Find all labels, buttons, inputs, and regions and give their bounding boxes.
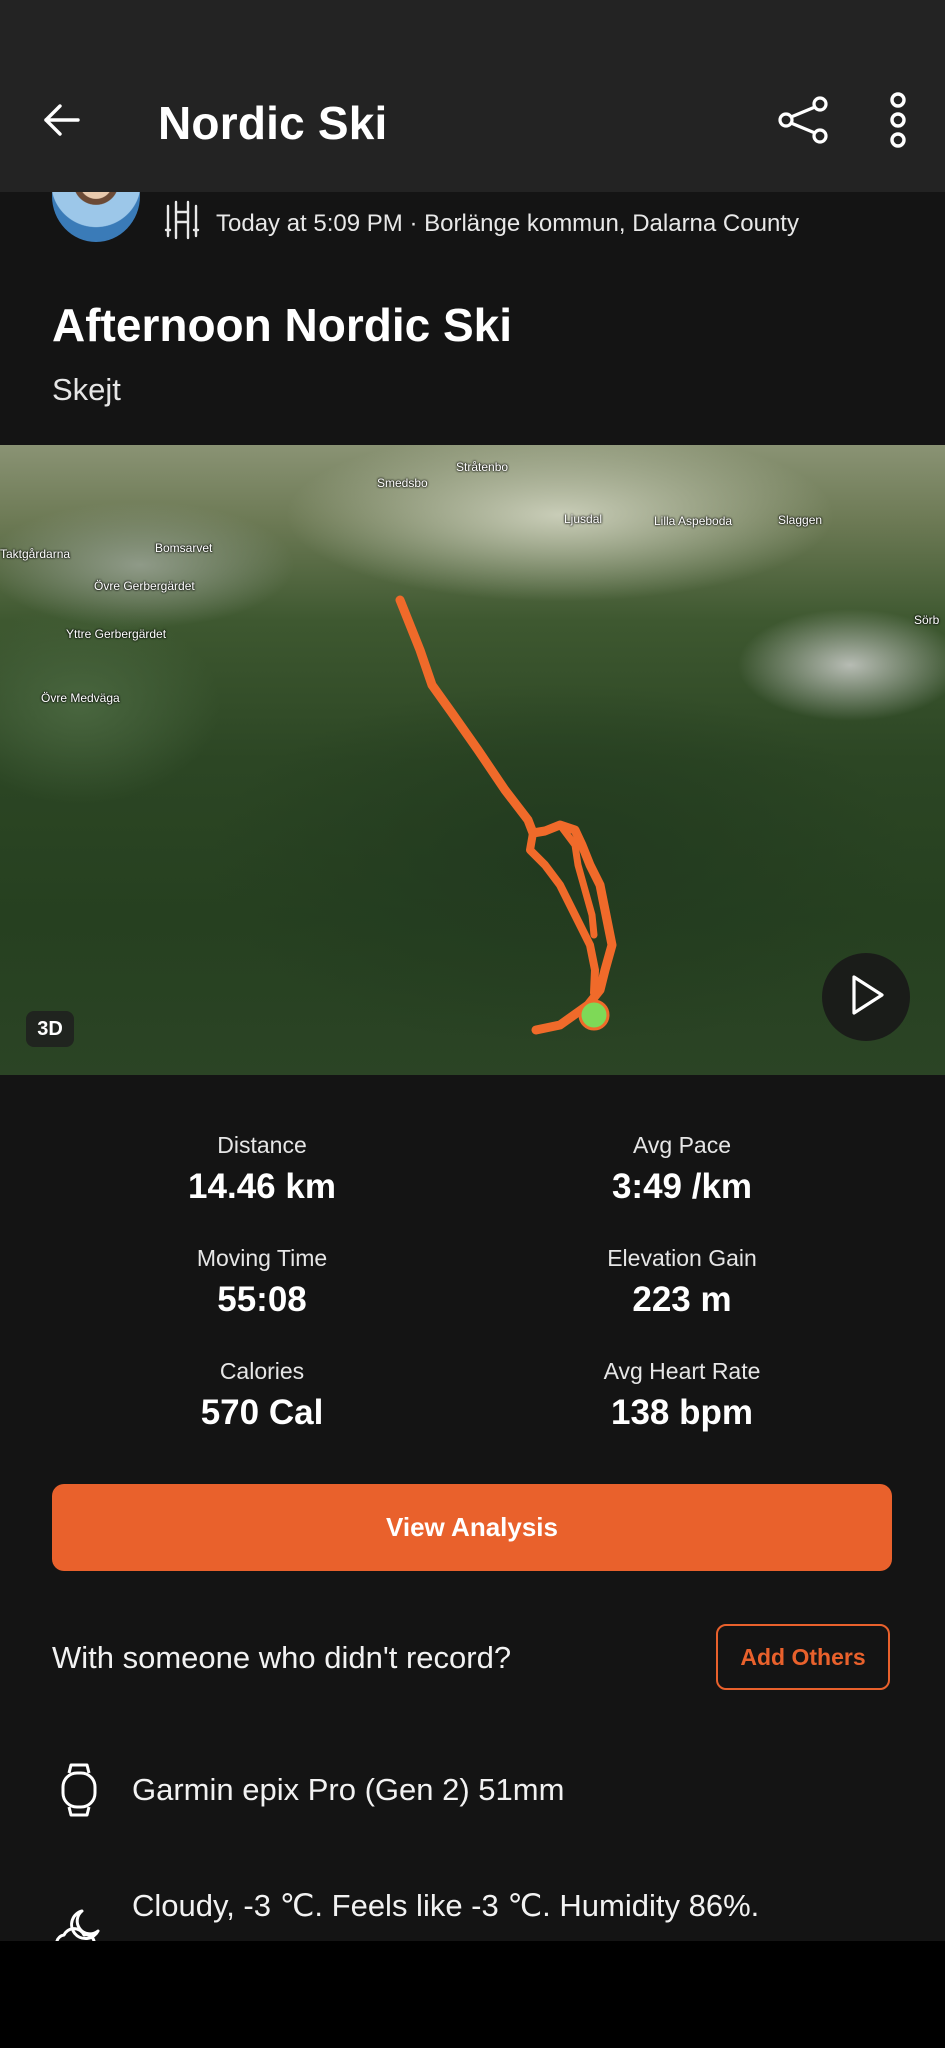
stat-label: Distance [217,1132,307,1158]
cloud-moon-icon [52,1905,106,1941]
stat-value: 14.46 km [188,1167,336,1206]
stat-elevation-gain: Elevation Gain 223 m [472,1245,892,1320]
stat-label: Avg Heart Rate [603,1358,761,1384]
stat-value: 55:08 [217,1280,307,1319]
play-icon [846,973,886,1022]
route-overlay [395,595,617,1035]
device-name: Garmin epix Pro (Gen 2) 51mm [132,1772,565,1807]
stat-distance: Distance 14.46 km [52,1132,472,1207]
device-row: Garmin epix Pro (Gen 2) 51mm [52,1760,892,1820]
more-vertical-icon [888,91,908,153]
system-navigation-bar [0,1941,945,2048]
activity-time-location: Today at 5:09 PM · Borlänge kommun, Dala… [216,209,799,237]
play-flyover-button[interactable] [822,953,910,1041]
activity-title: Afternoon Nordic Ski [52,299,513,351]
activity-subtitle: Skejt [52,372,121,407]
stat-avg-heart-rate: Avg Heart Rate 138 bpm [472,1358,892,1433]
stat-label: Calories [219,1358,305,1384]
stat-value: 3:49 /km [611,1167,753,1206]
3d-toggle-button[interactable]: 3D [26,1011,74,1047]
weather-summary: Cloudy, -3 ℃. Feels like -3 ℃. Humidity … [132,1888,760,1923]
start-marker [578,999,610,1031]
stat-label: Moving Time [196,1245,328,1271]
route-map[interactable]: Stråtenbo Smedsbo Ljusdal Lilla Aspeboda… [0,445,945,1075]
route-track [395,595,617,1035]
stat-value: 570 Cal [200,1393,324,1432]
stat-label: Avg Pace [632,1132,732,1158]
stat-value: 138 bpm [611,1393,753,1432]
back-arrow-icon [42,102,82,143]
nordic-ski-icon [164,200,200,247]
stat-avg-pace: Avg Pace 3:49 /km [472,1132,892,1207]
more-options-button[interactable] [866,90,930,154]
page-title: Nordic Ski [158,97,388,149]
watch-icon [52,1763,106,1817]
activity-detail-screen: Today at 5:09 PM · Borlänge kommun, Dala… [0,0,945,1941]
stat-label: Elevation Gain [607,1245,757,1271]
stat-moving-time: Moving Time 55:08 [52,1245,472,1320]
top-app-bar: Nordic Ski [0,0,945,192]
add-others-button[interactable]: Add Others [716,1624,890,1690]
share-button[interactable] [772,90,836,154]
stat-calories: Calories 570 Cal [52,1358,472,1433]
with-someone-prompt: With someone who didn't record? [52,1640,512,1675]
weather-row: Cloudy, -3 ℃. Feels like -3 ℃. Humidity … [52,1885,892,1941]
stat-value: 223 m [632,1280,732,1319]
back-button[interactable] [30,90,94,154]
view-analysis-button[interactable]: View Analysis [52,1484,892,1571]
activity-meta: Today at 5:09 PM · Borlänge kommun, Dala… [164,200,799,247]
share-icon [778,95,830,149]
